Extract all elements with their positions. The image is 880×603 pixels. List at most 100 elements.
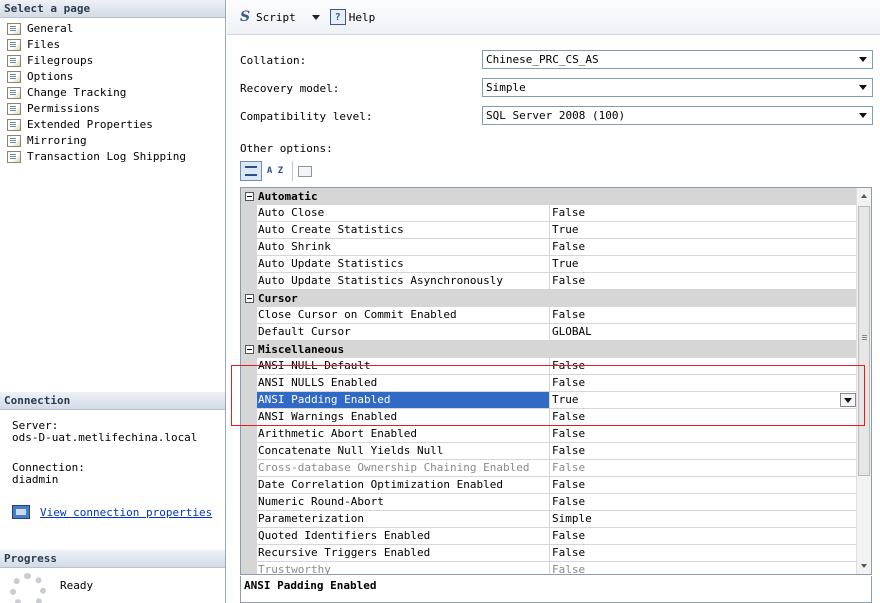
collation-select[interactable]: Chinese_PRC_CS_AS	[482, 50, 873, 69]
property-name[interactable]: Auto Update Statistics Asynchronously	[257, 273, 550, 290]
property-row-ansi-nulls-enabled[interactable]: ANSI NULLS Enabled False	[241, 375, 857, 392]
scroll-down-icon[interactable]	[857, 558, 871, 574]
property-value[interactable]: False	[550, 443, 857, 460]
category-cursor[interactable]: Cursor	[241, 290, 857, 307]
property-row-trustworthy[interactable]: Trustworthy False	[241, 562, 857, 574]
property-row-parameterization[interactable]: Parameterization Simple	[241, 511, 857, 528]
property-value[interactable]: False	[550, 239, 857, 256]
collapse-icon[interactable]	[241, 188, 257, 205]
chevron-down-icon[interactable]	[856, 81, 870, 94]
property-row-ansi-warnings-enabled[interactable]: ANSI Warnings Enabled False	[241, 409, 857, 426]
property-name[interactable]: Auto Create Statistics	[257, 222, 550, 239]
property-row-date-correlation-optimization-enabled[interactable]: Date Correlation Optimization Enabled Fal…	[241, 477, 857, 494]
collapse-icon[interactable]	[241, 341, 257, 358]
property-name[interactable]: Arithmetic Abort Enabled	[257, 426, 550, 443]
property-row-auto-update-statistics[interactable]: Auto Update Statistics True	[241, 256, 857, 273]
property-row-auto-create-statistics[interactable]: Auto Create Statistics True	[241, 222, 857, 239]
chevron-down-icon[interactable]	[856, 53, 870, 66]
chevron-down-icon[interactable]	[856, 109, 870, 122]
property-name[interactable]: Auto Close	[257, 205, 550, 222]
property-value-text: True	[552, 257, 579, 270]
grid-scrollbar[interactable]	[856, 188, 871, 574]
property-row-numeric-round-abort[interactable]: Numeric Round-Abort False	[241, 494, 857, 511]
property-name[interactable]: Trustworthy	[257, 562, 550, 574]
property-value[interactable]: False	[550, 460, 857, 477]
property-row-auto-close[interactable]: Auto Close False	[241, 205, 857, 222]
property-row-default-cursor[interactable]: Default Cursor GLOBAL	[241, 324, 857, 341]
property-row-auto-shrink[interactable]: Auto Shrink False	[241, 239, 857, 256]
property-name[interactable]: Cross-database Ownership Chaining Enable…	[257, 460, 550, 477]
property-value[interactable]: False	[550, 494, 857, 511]
row-gutter	[241, 443, 257, 460]
property-grid[interactable]: Automatic Auto Close False Auto Create Stat…	[240, 187, 872, 575]
script-button[interactable]: S Script	[233, 6, 300, 28]
collapse-icon[interactable]	[241, 290, 257, 307]
property-name[interactable]: Auto Update Statistics	[257, 256, 550, 273]
category-automatic[interactable]: Automatic	[241, 188, 857, 205]
property-row-arithmetic-abort-enabled[interactable]: Arithmetic Abort Enabled False	[241, 426, 857, 443]
property-value[interactable]: True	[550, 256, 857, 273]
page-item-permissions[interactable]: Permissions	[0, 101, 225, 117]
property-value[interactable]: False	[550, 426, 857, 443]
property-name[interactable]: Date Correlation Optimization Enabled	[257, 477, 550, 494]
category-miscellaneous[interactable]: Miscellaneous	[241, 341, 857, 358]
page-item-change-tracking[interactable]: Change Tracking	[0, 85, 225, 101]
property-row-ansi-padding-enabled[interactable]: ANSI Padding Enabled True	[241, 392, 857, 409]
property-name[interactable]: Numeric Round-Abort	[257, 494, 550, 511]
property-row-cross-database-ownership-chaining-enabled[interactable]: Cross-database Ownership Chaining Enable…	[241, 460, 857, 477]
compatibility-level-select[interactable]: SQL Server 2008 (100)	[482, 106, 873, 125]
property-name[interactable]: Auto Shrink	[257, 239, 550, 256]
page-item-transaction-log-shipping[interactable]: Transaction Log Shipping	[0, 149, 225, 165]
property-value[interactable]: False	[550, 528, 857, 545]
property-value[interactable]: False	[550, 562, 857, 574]
page-item-filegroups[interactable]: Filegroups	[0, 53, 225, 69]
sort-az-icon: A Z	[266, 166, 284, 176]
view-connection-properties-link[interactable]: View connection properties	[40, 506, 212, 519]
scroll-thumb[interactable]	[858, 206, 870, 476]
property-value[interactable]: True	[550, 392, 857, 409]
property-value[interactable]: False	[550, 205, 857, 222]
help-button[interactable]: ? Help	[326, 6, 380, 28]
categorized-button[interactable]	[240, 161, 262, 181]
connection-value: diadmin	[12, 473, 59, 486]
alphabetical-button[interactable]: A Z	[264, 161, 286, 181]
view-connection-properties[interactable]: View connection properties	[12, 505, 212, 519]
property-row-auto-update-statistics-asynchronously[interactable]: Auto Update Statistics Asynchronously Fal…	[241, 273, 857, 290]
page-item-general[interactable]: General	[0, 21, 225, 37]
property-pages-button[interactable]	[292, 161, 314, 181]
script-dropdown-arrow-icon[interactable]	[311, 14, 320, 20]
page-item-files[interactable]: Files	[0, 37, 225, 53]
property-value[interactable]: True	[550, 222, 857, 239]
property-name[interactable]: Default Cursor	[257, 324, 550, 341]
property-value[interactable]: False	[550, 358, 857, 375]
property-row-ansi-null-default[interactable]: ANSI NULL Default False	[241, 358, 857, 375]
property-value[interactable]: GLOBAL	[550, 324, 857, 341]
property-name[interactable]: ANSI Warnings Enabled	[257, 409, 550, 426]
property-value[interactable]: False	[550, 409, 857, 426]
property-name[interactable]: ANSI NULL Default	[257, 358, 550, 375]
page-item-extended-properties[interactable]: Extended Properties	[0, 117, 225, 133]
value-dropdown-icon[interactable]	[840, 393, 856, 407]
property-row-concatenate-null-yields-null[interactable]: Concatenate Null Yields Null False	[241, 443, 857, 460]
recovery-model-select[interactable]: Simple	[482, 78, 873, 97]
property-value[interactable]: Simple	[550, 511, 857, 528]
property-value[interactable]: False	[550, 545, 857, 562]
property-row-close-cursor-on-commit-enabled[interactable]: Close Cursor on Commit Enabled False	[241, 307, 857, 324]
row-gutter	[241, 392, 257, 409]
property-row-quoted-identifiers-enabled[interactable]: Quoted Identifiers Enabled False	[241, 528, 857, 545]
page-item-options[interactable]: Options	[0, 69, 225, 85]
property-value[interactable]: False	[550, 477, 857, 494]
property-name[interactable]: Concatenate Null Yields Null	[257, 443, 550, 460]
property-value[interactable]: False	[550, 375, 857, 392]
property-name[interactable]: ANSI Padding Enabled	[257, 392, 550, 409]
property-name[interactable]: Quoted Identifiers Enabled	[257, 528, 550, 545]
page-item-mirroring[interactable]: Mirroring	[0, 133, 225, 149]
property-name[interactable]: Recursive Triggers Enabled	[257, 545, 550, 562]
property-value[interactable]: False	[550, 307, 857, 324]
property-name[interactable]: Close Cursor on Commit Enabled	[257, 307, 550, 324]
property-row-recursive-triggers-enabled[interactable]: Recursive Triggers Enabled False	[241, 545, 857, 562]
scroll-up-icon[interactable]	[857, 188, 871, 204]
property-name[interactable]: Parameterization	[257, 511, 550, 528]
property-name[interactable]: ANSI NULLS Enabled	[257, 375, 550, 392]
property-value[interactable]: False	[550, 273, 857, 290]
